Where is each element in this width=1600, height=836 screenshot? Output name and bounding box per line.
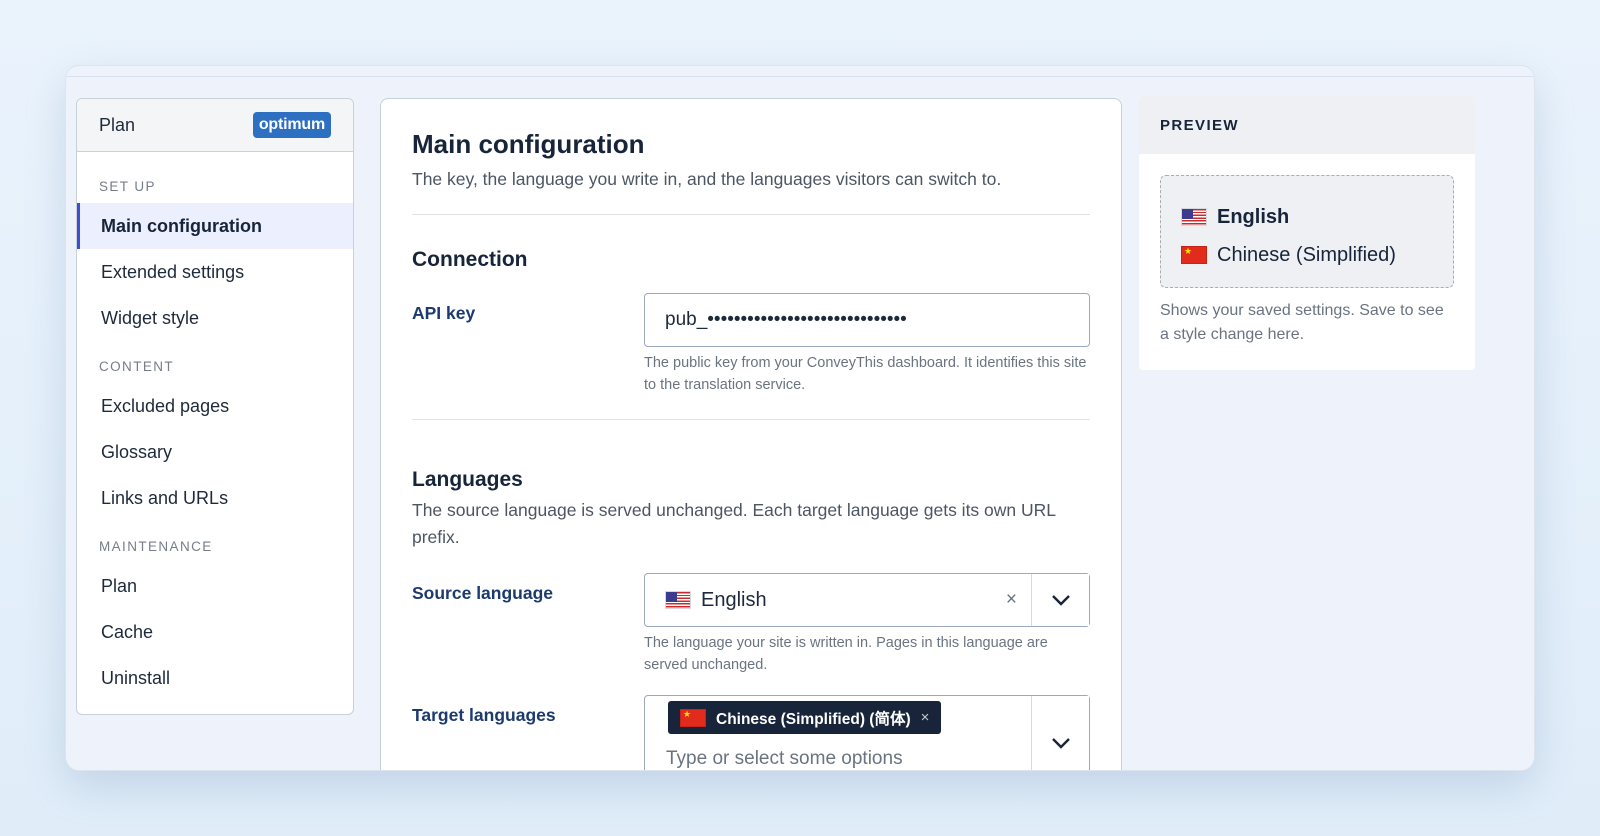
- plan-label: Plan: [99, 114, 136, 135]
- sidebar-item-links-and-urls[interactable]: Links and URLs: [77, 475, 353, 521]
- languages-heading: Languages: [412, 468, 523, 491]
- preview-language-english: English: [1217, 205, 1290, 228]
- target-languages-placeholder[interactable]: Type or select some options: [666, 748, 1031, 770]
- source-language-value: English: [701, 588, 767, 611]
- window-top-divider: [66, 76, 1534, 77]
- preview-language-chinese: Chinese (Simplified): [1217, 243, 1396, 266]
- sidebar-item-widget-style[interactable]: Widget style: [77, 295, 353, 341]
- sidebar-group-setup: SET UP: [99, 179, 156, 194]
- api-key-label: API key: [412, 303, 476, 323]
- target-languages-value-area[interactable]: Chinese (Simplified) (简体) × Type or sele…: [645, 696, 1031, 770]
- source-language-help: The language your site is written in. Pa…: [644, 635, 1048, 673]
- api-key-input[interactable]: pub_••••••••••••••••••••••••••••••: [644, 293, 1090, 347]
- source-language-control: English × The language your site is writ…: [644, 573, 1090, 676]
- preview-panel: PREVIEW English Chinese (Simplified) Sho…: [1139, 96, 1475, 370]
- api-key-control: pub_•••••••••••••••••••••••••••••• The p…: [644, 293, 1090, 396]
- target-languages-control: Chinese (Simplified) (简体) × Type or sele…: [644, 695, 1090, 770]
- plan-badge: optimum: [252, 112, 331, 138]
- app-window: Plan optimum SET UP Main configuration E…: [65, 65, 1535, 771]
- preview-language-option: English: [1181, 198, 1433, 236]
- main-panel: Main configuration The key, the language…: [380, 98, 1122, 770]
- sidebar-item-main-configuration[interactable]: Main configuration: [77, 203, 353, 249]
- preview-note: Shows your saved settings. Save to see a…: [1160, 302, 1444, 343]
- target-languages-select[interactable]: Chinese (Simplified) (简体) × Type or sele…: [644, 695, 1090, 770]
- page-title: Main configuration: [412, 129, 645, 159]
- chevron-down-icon: [1051, 738, 1070, 749]
- preview-language-option: Chinese (Simplified): [1181, 236, 1433, 274]
- section-divider: [412, 214, 1090, 215]
- sidebar-item-cache[interactable]: Cache: [77, 609, 353, 655]
- target-languages-row: Target languages Chinese (Simplified) (简…: [412, 695, 1090, 770]
- page-description: The key, the language you write in, and …: [412, 169, 1002, 189]
- source-language-value-area[interactable]: English ×: [645, 574, 1031, 626]
- languages-description: The source language is served unchanged.…: [412, 500, 1056, 547]
- cn-flag-icon: [1181, 245, 1207, 264]
- sidebar-group-content: CONTENT: [99, 359, 175, 374]
- api-key-value: pub_••••••••••••••••••••••••••••••: [665, 309, 907, 330]
- cn-flag-icon: [680, 708, 706, 727]
- section-divider: [412, 419, 1090, 420]
- api-key-help: The public key from your ConveyThis dash…: [644, 355, 1087, 393]
- target-language-chip: Chinese (Simplified) (简体) ×: [668, 701, 942, 734]
- us-flag-icon: [1181, 208, 1207, 226]
- sidebar-item-uninstall[interactable]: Uninstall: [77, 655, 353, 701]
- source-language-select[interactable]: English ×: [644, 573, 1090, 627]
- us-flag-icon: [665, 591, 691, 609]
- sidebar-group-maintenance: MAINTENANCE: [99, 539, 213, 554]
- chip-remove-icon[interactable]: ×: [921, 709, 930, 726]
- connection-heading: Connection: [412, 248, 528, 271]
- sidebar: Plan optimum SET UP Main configuration E…: [76, 98, 354, 715]
- source-language-dropdown-toggle[interactable]: [1031, 574, 1089, 626]
- sidebar-item-excluded-pages[interactable]: Excluded pages: [77, 383, 353, 429]
- preview-language-switcher: English Chinese (Simplified): [1160, 175, 1454, 288]
- api-key-row: API key pub_••••••••••••••••••••••••••••…: [412, 293, 1090, 396]
- sidebar-item-extended-settings[interactable]: Extended settings: [77, 249, 353, 295]
- clear-icon[interactable]: ×: [1006, 589, 1017, 611]
- chevron-down-icon: [1051, 595, 1070, 606]
- preview-heading: PREVIEW: [1139, 96, 1475, 154]
- target-languages-label: Target languages: [412, 705, 556, 725]
- target-languages-dropdown-toggle[interactable]: [1031, 696, 1089, 770]
- target-language-chip-label: Chinese (Simplified) (简体): [716, 710, 911, 728]
- sidebar-item-glossary[interactable]: Glossary: [77, 429, 353, 475]
- source-language-label: Source language: [412, 583, 554, 603]
- source-language-row: Source language English × The language y…: [412, 573, 1090, 676]
- plan-bar: Plan optimum: [77, 99, 353, 152]
- sidebar-item-plan[interactable]: Plan: [77, 563, 353, 609]
